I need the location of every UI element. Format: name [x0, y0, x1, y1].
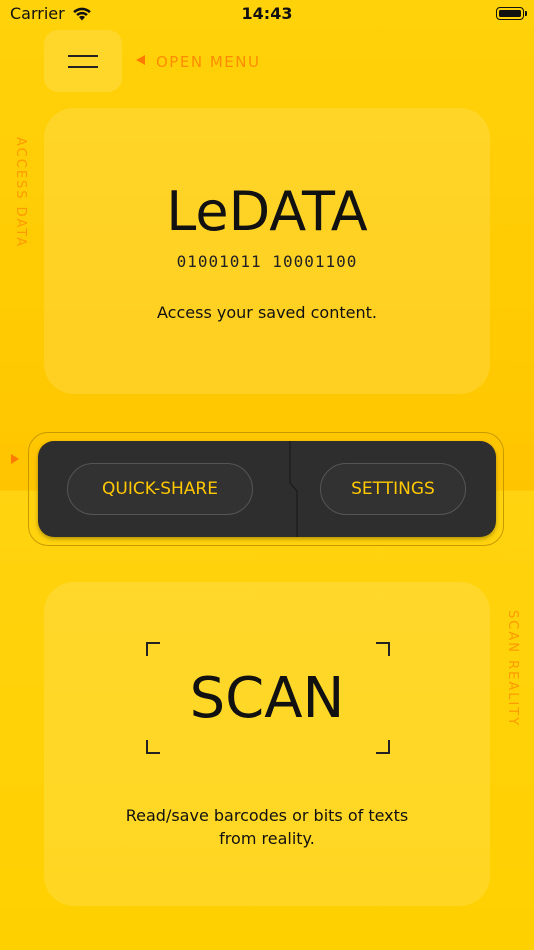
scan-frame-corner-icon [146, 740, 160, 754]
scan-description-line1: Read/save barcodes or bits of texts [125, 806, 409, 825]
access-data-card[interactable] [44, 108, 490, 394]
binary-tagline: 01001011 10001100 [176, 252, 358, 271]
panel-seam [289, 441, 298, 537]
scan-description: Read/save barcodes or bits of texts from… [110, 804, 424, 850]
scan-frame-corner-icon [376, 740, 390, 754]
app-logo: LeDATA [166, 180, 368, 243]
settings-label: SETTINGS [351, 479, 435, 499]
hamburger-menu-icon [68, 55, 98, 57]
access-data-side-label: ACCESS DATA [13, 137, 28, 249]
scan-description-line2: from reality. [219, 829, 315, 848]
app-screen: Carrier 14:43 OPEN MENU ACCESS DATA SCAN… [0, 0, 534, 950]
scan-title: SCAN [189, 666, 345, 731]
scan-card[interactable] [44, 582, 490, 906]
quick-share-label: QUICK-SHARE [102, 479, 218, 499]
arrow-left-icon [136, 55, 145, 65]
menu-button[interactable] [44, 30, 122, 92]
quick-share-button[interactable]: QUICK-SHARE [67, 463, 253, 515]
status-time: 14:43 [241, 4, 293, 23]
arrow-right-icon [11, 454, 19, 464]
access-description: Access your saved content. [157, 303, 377, 322]
battery-icon [496, 7, 527, 20]
scan-reality-side-label: SCAN REALITY [505, 610, 520, 728]
scan-frame-corner-icon [376, 642, 390, 656]
scan-frame-corner-icon [146, 642, 160, 656]
open-menu-hint: OPEN MENU [156, 53, 261, 71]
hamburger-menu-icon [68, 66, 98, 68]
settings-button[interactable]: SETTINGS [320, 463, 466, 515]
status-bar: Carrier 14:43 [0, 0, 534, 30]
